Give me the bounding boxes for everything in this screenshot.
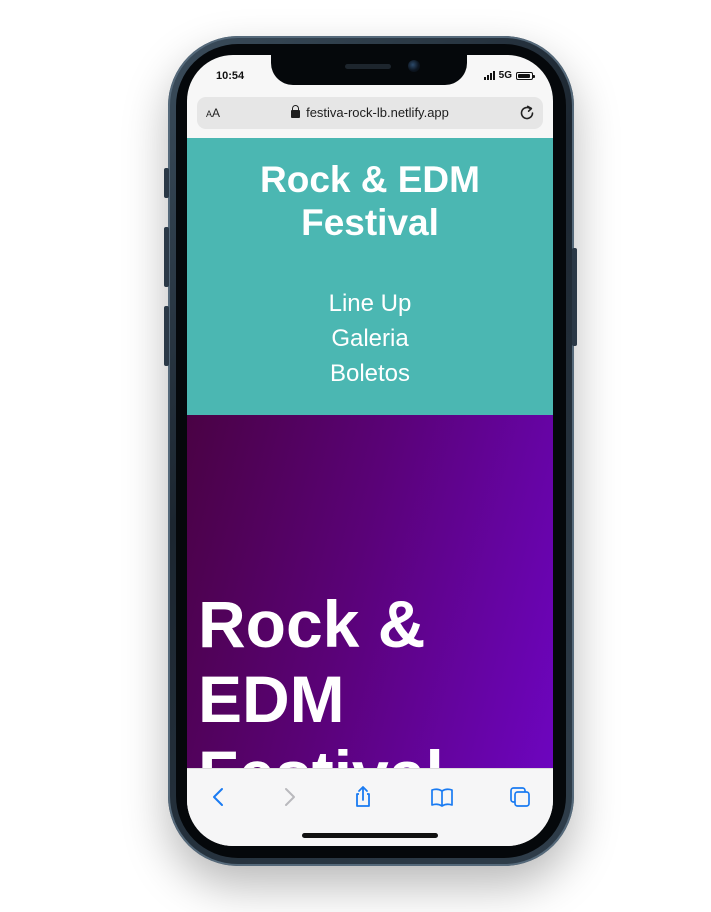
battery-icon [516, 71, 535, 80]
hero-section: Rock & EDM Festival [187, 415, 553, 768]
volume-up-button [164, 227, 169, 287]
tabs-icon[interactable] [508, 785, 532, 809]
status-indicators: 5G [483, 70, 535, 81]
share-icon[interactable] [351, 785, 375, 809]
front-camera-icon [408, 60, 420, 72]
phone-screen: 10:54 5G AA festiva-rock-lb.netlify.app … [187, 55, 553, 846]
url-display[interactable]: festiva-rock-lb.netlify.app [197, 105, 543, 120]
browser-toolbar [187, 768, 553, 846]
site-title: Rock & EDM Festival [260, 159, 480, 243]
address-bar[interactable]: AA festiva-rock-lb.netlify.app [197, 97, 543, 129]
reload-icon[interactable] [518, 104, 536, 122]
nav-link-line-up[interactable]: Line Up [187, 286, 553, 321]
silent-switch [164, 168, 169, 198]
hero-title: Rock & EDM Festival [198, 587, 444, 768]
network-label: 5G [498, 70, 512, 81]
lock-icon [291, 105, 301, 118]
back-icon[interactable] [207, 785, 231, 809]
home-indicator[interactable] [302, 833, 438, 838]
power-button [572, 248, 577, 346]
signal-icon [483, 71, 495, 80]
url-text: festiva-rock-lb.netlify.app [306, 105, 449, 120]
forward-icon[interactable] [277, 785, 301, 809]
site-header: Rock & EDM Festival Line Up Galeria Bole… [187, 138, 553, 415]
page: 10:54 5G AA festiva-rock-lb.netlify.app … [0, 0, 711, 912]
bookmarks-icon[interactable] [430, 785, 454, 809]
notch [271, 55, 467, 85]
volume-down-button [164, 306, 169, 366]
nav-link-boletos[interactable]: Boletos [187, 356, 553, 391]
speaker-grille [345, 64, 391, 69]
status-time: 10:54 [216, 70, 245, 82]
nav-link-galeria[interactable]: Galeria [187, 321, 553, 356]
site-nav: Line Up Galeria Boletos [187, 286, 553, 391]
